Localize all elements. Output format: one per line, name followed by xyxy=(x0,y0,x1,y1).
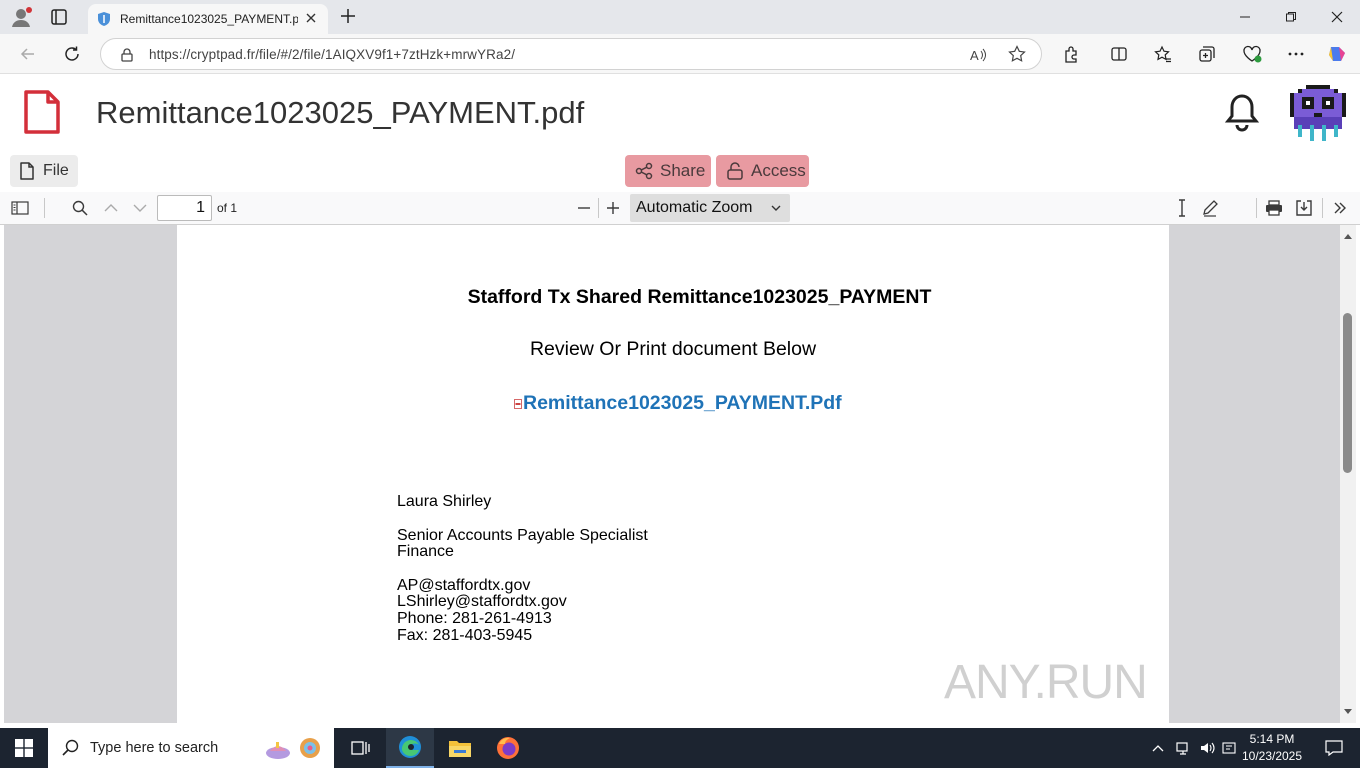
pdf-attachment-icon xyxy=(514,398,522,409)
scrollbar-thumb[interactable] xyxy=(1343,313,1352,473)
signature-email-ap: AP@staffordtx.gov xyxy=(397,577,531,594)
bell-icon[interactable] xyxy=(1224,92,1260,132)
windows-icon xyxy=(15,739,33,757)
signature-fax: Fax: 281-403-5945 xyxy=(397,627,533,644)
document-subheading: Review Or Print document Below xyxy=(529,338,817,360)
svg-text:A: A xyxy=(970,48,979,63)
minimize-icon[interactable] xyxy=(1222,0,1268,34)
taskbar-search-placeholder: Type here to search xyxy=(90,740,219,756)
signature-email-personal: LShirley@staffordtx.gov xyxy=(397,593,567,610)
scroll-down-icon[interactable] xyxy=(1344,709,1352,715)
page-title[interactable]: Remittance1023025_PAYMENT.pdf xyxy=(96,95,584,131)
document-heading: Stafford Tx Shared Remittance1023025_PAY… xyxy=(467,286,932,308)
share-button[interactable]: Share xyxy=(625,155,711,187)
document-link[interactable]: Remittance1023025_PAYMENT.Pdf xyxy=(514,392,842,415)
tab-actions-icon[interactable] xyxy=(50,8,68,26)
browser-tab-strip: Remittance1023025_PAYMENT.pd xyxy=(0,0,1360,34)
toolbar-divider xyxy=(1322,198,1323,218)
toolbar-divider xyxy=(1256,198,1257,218)
search-icon xyxy=(62,739,79,756)
signature-name: Laura Shirley xyxy=(397,493,492,510)
signature-phone: Phone: 281-261-4913 xyxy=(397,610,552,627)
language-icon[interactable] xyxy=(1218,728,1240,768)
file-button-label: File xyxy=(43,162,69,179)
new-tab-icon[interactable] xyxy=(340,8,356,24)
favorite-star-icon[interactable] xyxy=(1008,45,1026,63)
page-count: of 1 xyxy=(217,201,238,215)
system-clock[interactable]: 5:14 PM 10/23/2025 xyxy=(1240,731,1304,765)
profile-icon[interactable] xyxy=(10,6,34,28)
next-page-icon[interactable] xyxy=(126,192,154,224)
search-icon[interactable] xyxy=(66,192,94,224)
browser-toolbar: https://cryptpad.fr/file/#/2/file/1AIQXV… xyxy=(0,34,1360,74)
share-icon xyxy=(635,162,653,180)
read-aloud-icon[interactable]: A xyxy=(969,46,987,64)
copilot-icon[interactable] xyxy=(1322,38,1354,70)
zoom-select[interactable]: Automatic Zoom xyxy=(630,194,790,222)
file-menu-button[interactable]: File xyxy=(10,155,78,187)
signature-department: Finance xyxy=(397,543,454,560)
document-link-text[interactable]: Remittance1023025_PAYMENT.Pdf xyxy=(523,392,842,415)
tab-active[interactable]: Remittance1023025_PAYMENT.pd xyxy=(88,4,328,34)
site-info-icon[interactable] xyxy=(119,47,135,63)
pdf-viewer[interactable]: Stafford Tx Shared Remittance1023025_PAY… xyxy=(4,225,1340,723)
zoom-in-icon[interactable] xyxy=(599,192,627,224)
page-number-input[interactable] xyxy=(157,195,212,221)
sidebar-toggle-icon[interactable] xyxy=(6,192,34,224)
volume-icon[interactable] xyxy=(1196,728,1218,768)
network-icon[interactable] xyxy=(1172,728,1194,768)
save-download-icon[interactable] xyxy=(1290,192,1318,224)
print-icon[interactable] xyxy=(1260,192,1288,224)
zoom-out-icon[interactable] xyxy=(570,192,598,224)
text-select-icon[interactable] xyxy=(1168,192,1196,224)
refresh-icon[interactable] xyxy=(56,38,88,70)
tab-title: Remittance1023025_PAYMENT.pd xyxy=(120,12,298,26)
cryptpad-favicon xyxy=(96,11,112,27)
app-header: Remittance1023025_PAYMENT.pdf File Share… xyxy=(0,75,1360,192)
unlock-icon xyxy=(727,162,743,180)
pdf-toolbar: of 1 Automatic Zoom xyxy=(0,192,1360,225)
start-button[interactable] xyxy=(0,728,48,768)
share-button-label: Share xyxy=(660,161,706,180)
more-tools-icon[interactable] xyxy=(1326,192,1354,224)
signature-title: Senior Accounts Payable Specialist xyxy=(397,527,648,544)
edge-taskbar-icon[interactable] xyxy=(386,728,434,768)
show-hidden-icons-icon[interactable] xyxy=(1146,728,1170,768)
draw-icon[interactable] xyxy=(1196,192,1224,224)
taskbar: Type here to search 5:14 PM 10/23/2025 xyxy=(0,728,1360,768)
vertical-scrollbar[interactable] xyxy=(1340,225,1356,723)
file-icon xyxy=(20,162,34,180)
more-menu-icon[interactable] xyxy=(1280,38,1312,70)
split-screen-icon[interactable] xyxy=(1103,38,1135,70)
file-explorer-icon[interactable] xyxy=(436,728,484,768)
toolbar-divider xyxy=(44,198,45,218)
chevron-down-icon xyxy=(771,205,781,211)
clock-time: 5:14 PM xyxy=(1249,732,1295,746)
browser-essentials-icon[interactable] xyxy=(1236,38,1268,70)
url-text[interactable]: https://cryptpad.fr/file/#/2/file/1AIQXV… xyxy=(149,47,515,62)
collections-icon[interactable] xyxy=(1191,38,1223,70)
pdf-file-icon xyxy=(22,89,62,135)
watermark: ANY.RUN xyxy=(944,656,1148,709)
extensions-icon[interactable] xyxy=(1055,38,1087,70)
firefox-icon[interactable] xyxy=(484,728,532,768)
close-window-icon[interactable] xyxy=(1314,0,1360,34)
access-button[interactable]: Access xyxy=(716,155,809,187)
scroll-up-icon[interactable] xyxy=(1344,233,1352,239)
favorites-icon[interactable] xyxy=(1147,38,1179,70)
taskbar-search[interactable]: Type here to search xyxy=(48,728,334,768)
access-button-label: Access xyxy=(751,161,806,180)
search-highlight-icon xyxy=(266,738,320,759)
address-bar[interactable]: https://cryptpad.fr/file/#/2/file/1AIQXV… xyxy=(100,38,1042,70)
zoom-select-value: Automatic Zoom xyxy=(636,199,753,216)
tab-close-icon[interactable] xyxy=(304,11,318,25)
restore-icon[interactable] xyxy=(1268,0,1314,34)
back-icon[interactable] xyxy=(12,38,44,70)
previous-page-icon[interactable] xyxy=(97,192,125,224)
clock-date: 10/23/2025 xyxy=(1241,749,1303,763)
notifications-icon[interactable] xyxy=(1310,728,1358,768)
pdf-page: Stafford Tx Shared Remittance1023025_PAY… xyxy=(177,225,1169,723)
task-view-icon[interactable] xyxy=(336,728,384,768)
avatar[interactable] xyxy=(1290,85,1346,141)
